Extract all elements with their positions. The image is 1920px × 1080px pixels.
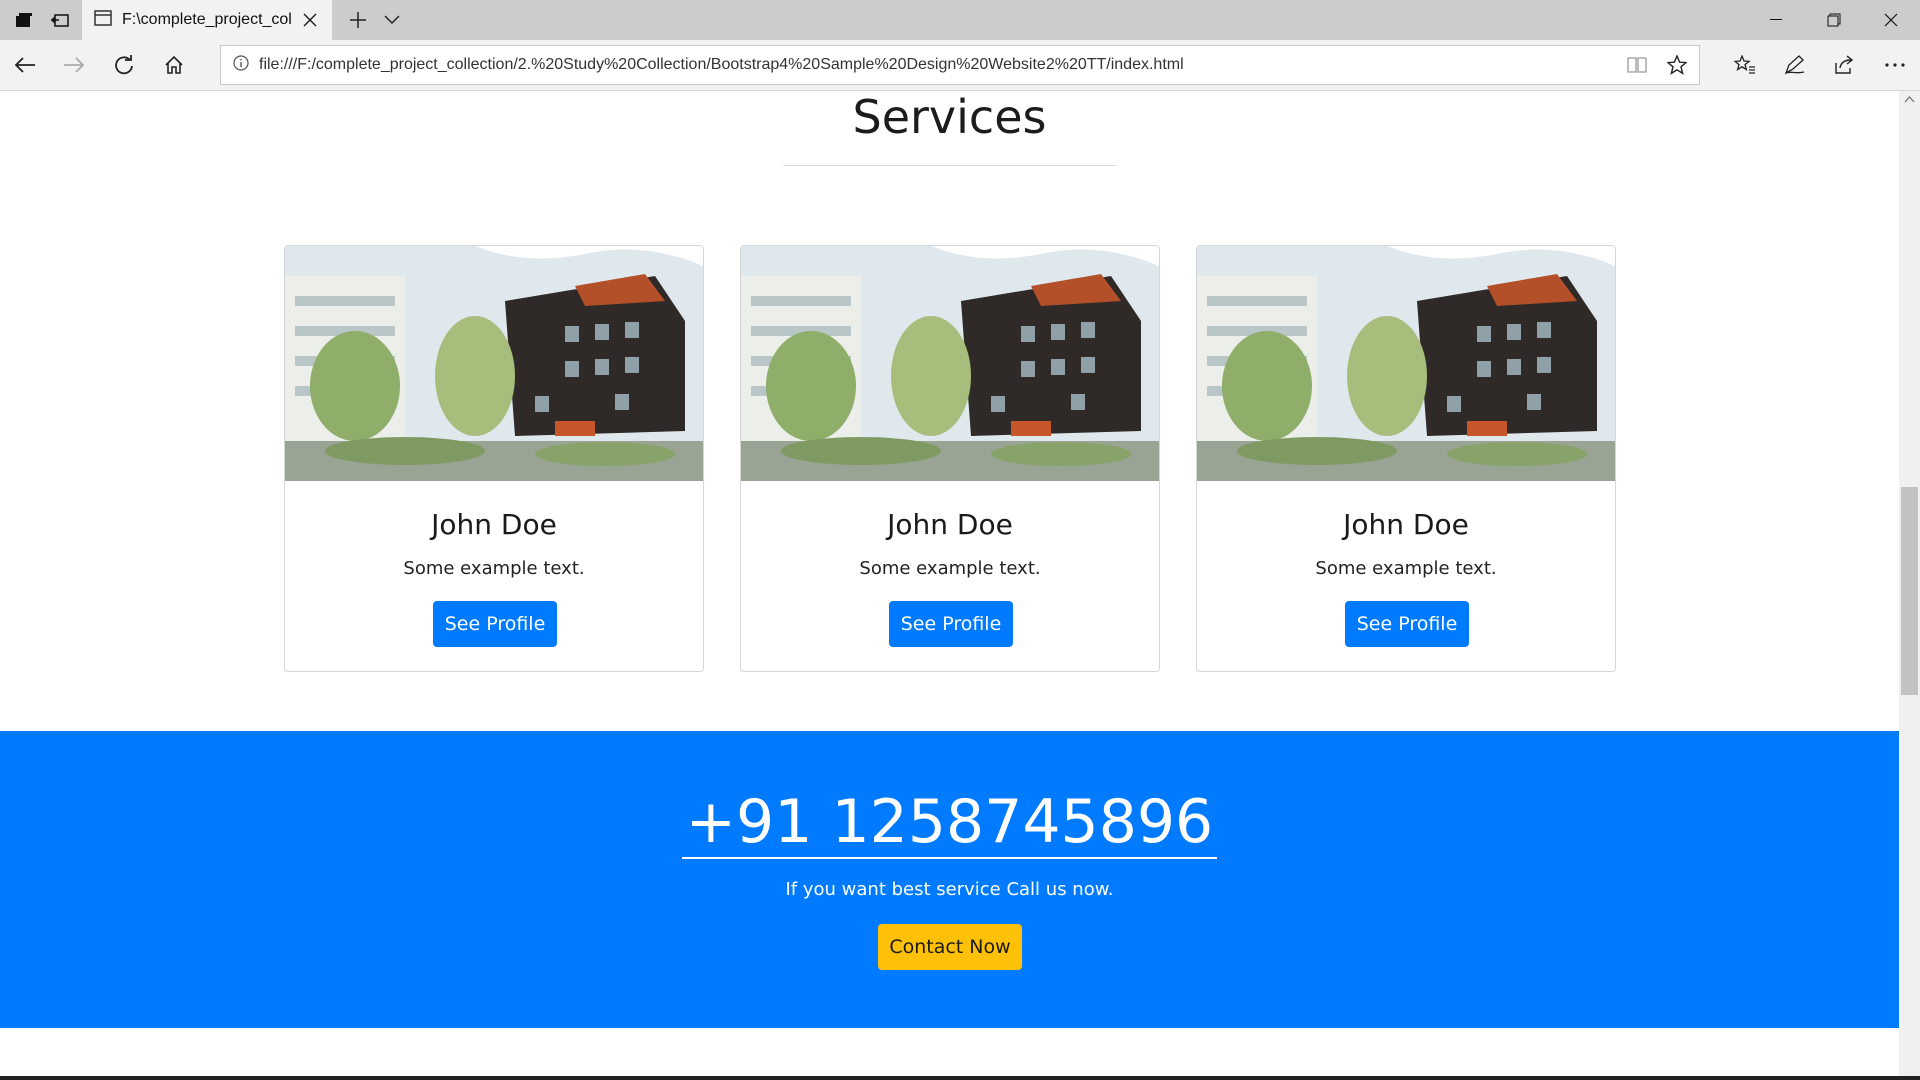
favorites-hub-icon[interactable] <box>1723 43 1767 87</box>
more-options-icon[interactable] <box>1873 43 1917 87</box>
restore-icon[interactable] <box>1805 0 1863 40</box>
services-divider <box>783 165 1117 166</box>
cta-text: If you want best service Call us now. <box>785 879 1114 900</box>
share-icon[interactable] <box>1823 43 1867 87</box>
tab-title: F:\complete_project_col <box>122 11 292 28</box>
scroll-up-arrow-icon[interactable] <box>1904 95 1915 103</box>
page-icon <box>94 10 112 30</box>
card-text: Some example text. <box>859 558 1041 579</box>
card-name: John Doe <box>1343 508 1469 541</box>
browser-tab-active[interactable]: F:\complete_project_col <box>82 0 332 40</box>
forward-arrow-icon[interactable] <box>52 43 96 87</box>
call-to-action-section: +91 1258745896 If you want best service … <box>0 731 1899 1028</box>
url-text[interactable]: file:///F:/complete_project_collection/2… <box>259 56 1609 74</box>
service-card: John Doe Some example text. See Profile <box>740 245 1160 672</box>
phone-number-link-wrapper: +91 1258745896 <box>0 787 1899 859</box>
building-image <box>285 246 703 481</box>
building-image <box>741 246 1159 481</box>
reading-view-icon[interactable] <box>1627 56 1647 78</box>
see-profile-button[interactable]: See Profile <box>1345 601 1469 647</box>
card-name: John Doe <box>431 508 557 541</box>
pen-notes-icon[interactable] <box>1773 43 1817 87</box>
close-tab-icon[interactable] <box>300 10 320 30</box>
building-image <box>1197 246 1615 481</box>
minimize-icon[interactable] <box>1747 0 1805 40</box>
home-icon[interactable] <box>152 43 196 87</box>
service-card: John Doe Some example text. See Profile <box>1196 245 1616 672</box>
close-window-icon[interactable] <box>1862 0 1920 40</box>
phone-number-link[interactable]: +91 1258745896 <box>681 787 1218 859</box>
scrollbar-thumb[interactable] <box>1901 487 1918 695</box>
tab-preview-chevron-icon[interactable] <box>368 0 416 40</box>
contact-now-button[interactable]: Contact Now <box>878 924 1022 970</box>
favorite-star-icon[interactable] <box>1666 54 1688 79</box>
back-arrow-icon[interactable] <box>3 43 47 87</box>
card-text: Some example text. <box>403 558 585 579</box>
refresh-icon[interactable] <box>102 43 146 87</box>
address-bar[interactable]: file:///F:/complete_project_collection/2… <box>220 45 1700 85</box>
taskbar-edge <box>0 1076 1920 1080</box>
info-icon[interactable] <box>233 55 249 75</box>
set-tabs-aside-icon[interactable] <box>36 0 84 40</box>
page-viewport: Services John Doe Some example text. See… <box>0 91 1899 1076</box>
page-scrollbar[interactable] <box>1899 91 1920 1076</box>
browser-tab-bar: F:\complete_project_col <box>0 0 1920 40</box>
see-profile-button[interactable]: See Profile <box>889 601 1013 647</box>
browser-nav-bar: file:///F:/complete_project_collection/2… <box>0 40 1920 91</box>
services-heading: Services <box>852 91 1047 144</box>
see-profile-button[interactable]: See Profile <box>433 601 557 647</box>
card-text: Some example text. <box>1315 558 1497 579</box>
card-name: John Doe <box>887 508 1013 541</box>
service-card: John Doe Some example text. See Profile <box>284 245 704 672</box>
